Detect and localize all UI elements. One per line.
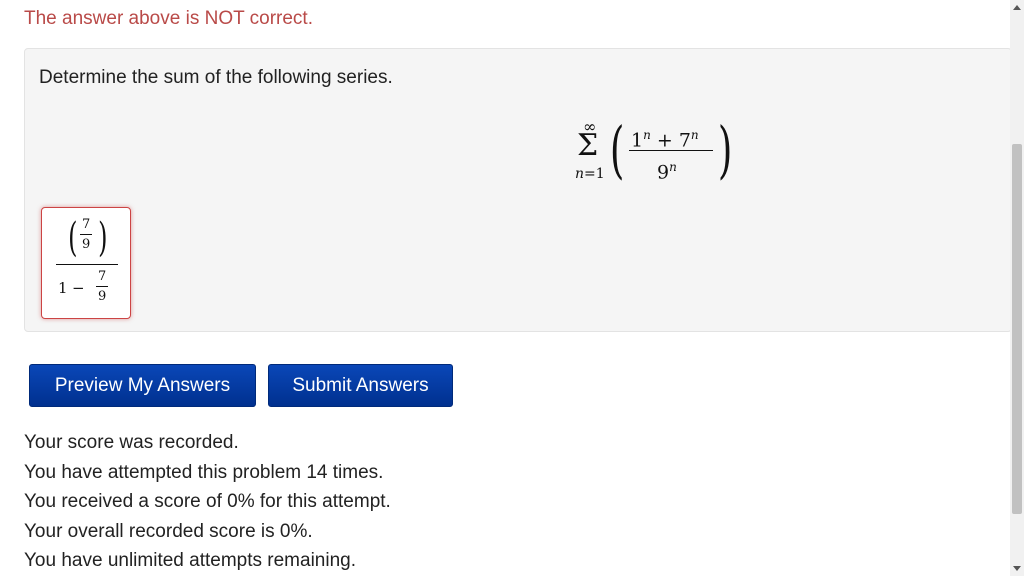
answer-bottom-denominator: 9 (98, 289, 107, 304)
scrollbar-thumb[interactable] (1012, 144, 1022, 514)
answer-bottom-numerator: 7 (98, 269, 107, 284)
problem-prompt: Determine the sum of the following serie… (39, 67, 393, 88)
left-paren: ( (609, 113, 625, 186)
series-denominator: 9n (657, 160, 677, 184)
attempts-count-text: You have attempted this problem 14 times… (24, 461, 384, 483)
attempts-remaining-text: You have unlimited attempts remaining. (24, 550, 356, 571)
answer-top-denominator: 9 (82, 237, 91, 252)
right-paren: ) (717, 113, 733, 186)
answer-left-paren: ( (68, 215, 78, 261)
answer-input[interactable]: ( 7 9 ) 1 − 7 9 (41, 207, 131, 319)
overall-score-text: Your overall recorded score is 0%. (24, 520, 313, 542)
series-fraction-bar (629, 150, 713, 151)
score-recorded-text: Your score was recorded. (24, 432, 239, 453)
answer-one: 1 (58, 279, 68, 297)
preview-answers-button[interactable]: Preview My Answers (29, 364, 256, 407)
sigma-symbol: Σ (577, 128, 599, 163)
scroll-up-arrow-icon[interactable] (1013, 5, 1021, 10)
submit-answers-button[interactable]: Submit Answers (268, 364, 453, 407)
problem-panel: Determine the sum of the following serie… (24, 48, 1012, 332)
answer-bottom-fraction-bar (96, 286, 108, 287)
answer-minus: − (72, 279, 85, 297)
series-numerator: 1n + 7n (631, 128, 699, 152)
score-summary: Your score was recorded. You have attemp… (24, 430, 391, 578)
scroll-down-arrow-icon[interactable] (1013, 566, 1021, 571)
answer-top-numerator: 7 (82, 217, 91, 232)
series-expression: ∞ Σ n=1 ( 1n + 7n 9n ) (573, 115, 743, 195)
vertical-scrollbar[interactable] (1010, 0, 1024, 576)
incorrect-answer-message: The answer above is NOT correct. (24, 8, 313, 29)
answer-right-paren: ) (98, 215, 108, 261)
sum-lower-limit: n=1 (575, 166, 605, 182)
answer-main-fraction-bar (56, 264, 118, 265)
answer-top-fraction-bar (80, 234, 92, 235)
attempt-score-text: You received a score of 0% for this atte… (24, 491, 391, 512)
